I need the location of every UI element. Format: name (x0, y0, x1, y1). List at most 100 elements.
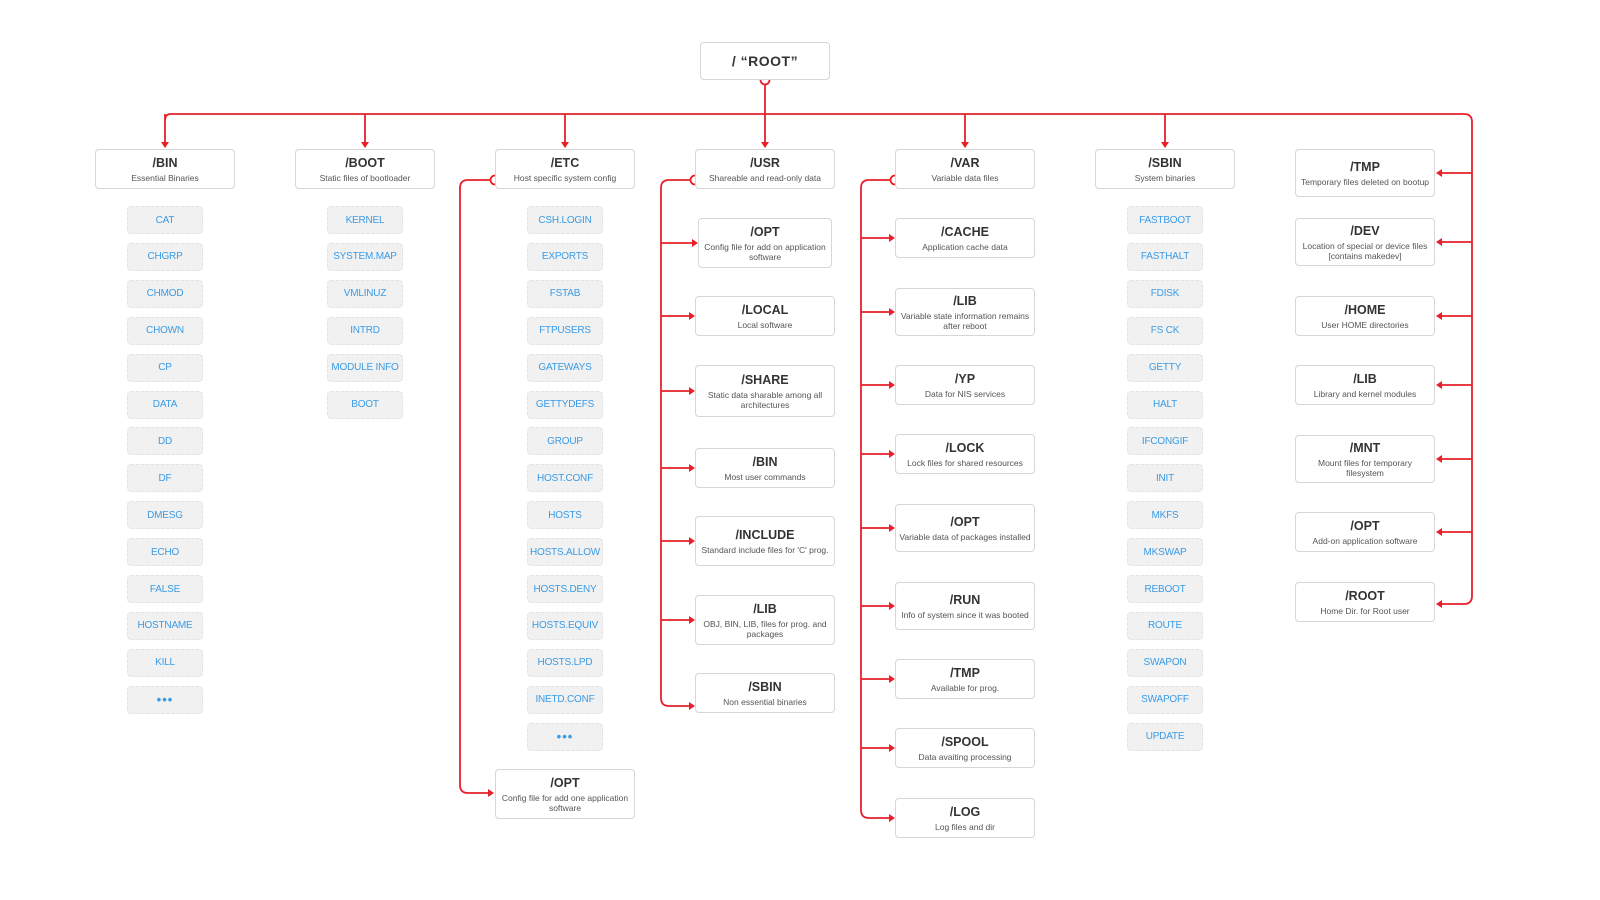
file-item[interactable]: ••• (527, 722, 603, 751)
arrow-down-icon (1161, 142, 1169, 148)
file-item[interactable]: DATA (127, 390, 203, 419)
file-item[interactable]: INETD.CONF (527, 685, 603, 714)
dir-node-right[interactable]: /DEV Location of special or device files … (1295, 218, 1435, 266)
dir-node-usr-child[interactable]: /OPT Config file for add on application s… (698, 218, 832, 268)
file-item[interactable]: FALSE (127, 575, 203, 603)
node-description: Mount files for temporary filesystem (1317, 457, 1412, 478)
file-item[interactable]: CHOWN (127, 316, 203, 345)
dir-node-var-child[interactable]: /CACHE Application cache data (895, 218, 1035, 258)
dir-node-var-child[interactable]: /TMP Available for prog. (895, 659, 1035, 699)
file-item[interactable]: DD (127, 427, 203, 456)
file-item[interactable]: DMESG (127, 501, 203, 530)
file-item[interactable]: CP (127, 353, 203, 382)
dir-node-boot[interactable]: /BOOT Static files of bootloader (295, 149, 435, 189)
file-item[interactable]: CHGRP (127, 242, 203, 271)
dir-node-usr-child[interactable]: /SBIN Non essential binaries (695, 673, 835, 713)
dir-node-usr[interactable]: /USR Shareable and read-only data (695, 149, 835, 189)
dir-node-right[interactable]: /LIB Library and kernel modules (1295, 365, 1435, 405)
file-item[interactable]: SWAPON (1127, 648, 1203, 677)
file-item[interactable]: SYSTEM.MAP (327, 242, 403, 271)
file-item[interactable]: HOSTS (527, 501, 603, 530)
node-title: /YP (954, 371, 976, 386)
node-title: /LIB (753, 601, 777, 616)
dir-node-bin[interactable]: /BIN Essential Binaries (95, 149, 235, 189)
file-item[interactable]: CSH.LOGIN (527, 206, 603, 234)
file-item[interactable]: GROUP (527, 427, 603, 456)
node-description: Log files and dir (934, 821, 995, 832)
file-item[interactable]: GETTY (1127, 353, 1203, 382)
file-item[interactable]: KERNEL (327, 206, 403, 234)
node-title: /BOOT (345, 155, 385, 170)
dir-node-usr-child[interactable]: /LIB OBJ, BIN, LIB, files for prog. and p… (695, 595, 835, 645)
file-item[interactable]: FASTHALT (1127, 242, 1203, 271)
file-item[interactable]: CAT (127, 206, 203, 234)
dir-node-right[interactable]: /TMP Temporary files deleted on bootup (1295, 149, 1435, 197)
dir-node-usr-child[interactable]: /BIN Most user commands (695, 448, 835, 488)
file-item[interactable]: ROUTE (1127, 611, 1203, 640)
node-title: /SPOOL (941, 734, 989, 749)
dir-node-right[interactable]: /ROOT Home Dir. for Root user (1295, 582, 1435, 622)
dir-node-var-child[interactable]: /LOG Log files and dir (895, 798, 1035, 838)
file-item[interactable]: MODULE INFO (327, 353, 403, 382)
arrow-down-icon (761, 142, 769, 148)
file-item[interactable]: ••• (127, 685, 203, 714)
root-directory-node[interactable]: / “ROOT” (700, 42, 830, 80)
file-item[interactable]: INIT (1127, 464, 1203, 493)
file-item[interactable]: INTRD (327, 316, 403, 345)
file-item[interactable]: FTPUSERS (527, 316, 603, 345)
file-item[interactable]: UPDATE (1127, 722, 1203, 751)
node-description: Static files of bootloader (319, 172, 411, 183)
dir-node-sbin[interactable]: /SBIN System binaries (1095, 149, 1235, 189)
file-item[interactable]: FDISK (1127, 279, 1203, 308)
arrow-down-icon (961, 142, 969, 148)
file-item[interactable]: CHMOD (127, 279, 203, 308)
file-item[interactable]: GATEWAYS (527, 353, 603, 382)
file-item[interactable]: HOSTNAME (127, 611, 203, 640)
file-item[interactable]: HOSTS.LPD (527, 648, 603, 677)
arrow-left-icon (1436, 238, 1442, 246)
node-description: Essential Binaries (131, 172, 199, 183)
dir-node-var-child[interactable]: /LIB Variable state information remains a… (895, 288, 1035, 336)
file-item[interactable]: ECHO (127, 538, 203, 567)
dir-node-var[interactable]: /VAR Variable data files (895, 149, 1035, 189)
dir-node-usr-child[interactable]: /INCLUDE Standard include files for 'C' p… (695, 516, 835, 566)
node-description: Home Dir. for Root user (1320, 605, 1410, 616)
node-description: Static data sharable among all architect… (707, 389, 823, 410)
node-title: /INCLUDE (735, 527, 795, 542)
file-item[interactable]: MKFS (1127, 501, 1203, 530)
node-description: Info of system since it was booted (901, 609, 1029, 620)
file-item[interactable]: HOST.CONF (527, 464, 603, 493)
file-item[interactable]: FASTBOOT (1127, 206, 1203, 234)
file-item[interactable]: HOSTS.ALLOW (527, 538, 603, 567)
file-item[interactable]: IFCONGIF (1127, 427, 1203, 456)
file-item[interactable]: DF (127, 464, 203, 493)
file-item[interactable]: KILL (127, 648, 203, 677)
dir-node-var-child[interactable]: /YP Data for NIS services (895, 365, 1035, 405)
file-item[interactable]: EXPORTS (527, 242, 603, 271)
node-description: Variable data files (931, 172, 999, 183)
file-item[interactable]: SWAPOFF (1127, 685, 1203, 714)
node-description: OBJ, BIN, LIB, files for prog. and packa… (703, 618, 827, 639)
file-item[interactable]: HALT (1127, 390, 1203, 419)
dir-node-right[interactable]: /OPT Add-on application software (1295, 512, 1435, 552)
dir-node-right[interactable]: /HOME User HOME directories (1295, 296, 1435, 336)
file-item[interactable]: FS CK (1127, 316, 1203, 345)
file-item[interactable]: VMLINUZ (327, 279, 403, 308)
dir-node-right[interactable]: /MNT Mount files for temporary filesystem (1295, 435, 1435, 483)
dir-node-var-child[interactable]: /LOCK Lock files for shared resources (895, 434, 1035, 474)
file-item[interactable]: REBOOT (1127, 575, 1203, 603)
file-item[interactable]: HOSTS.DENY (527, 575, 603, 603)
dir-node-var-child[interactable]: /OPT Variable data of packages installed (895, 504, 1035, 552)
file-item[interactable]: GETTYDEFS (527, 390, 603, 419)
file-item[interactable]: MKSWAP (1127, 538, 1203, 567)
file-item[interactable]: FSTAB (527, 279, 603, 308)
dir-node-usr-child[interactable]: /SHARE Static data sharable among all arc… (695, 365, 835, 417)
dir-node-usr-child[interactable]: /LOCAL Local software (695, 296, 835, 336)
file-item[interactable]: HOSTS.EQUIV (527, 611, 603, 640)
dir-node-etc-opt[interactable]: /OPT Config file for add one application … (495, 769, 635, 819)
dir-node-var-child[interactable]: /RUN Info of system since it was booted (895, 582, 1035, 630)
dir-node-etc[interactable]: /ETC Host specific system config (495, 149, 635, 189)
dir-node-var-child[interactable]: /SPOOL Data avaiting processing (895, 728, 1035, 768)
right-trunk-line (1438, 122, 1473, 605)
file-item[interactable]: BOOT (327, 390, 403, 419)
